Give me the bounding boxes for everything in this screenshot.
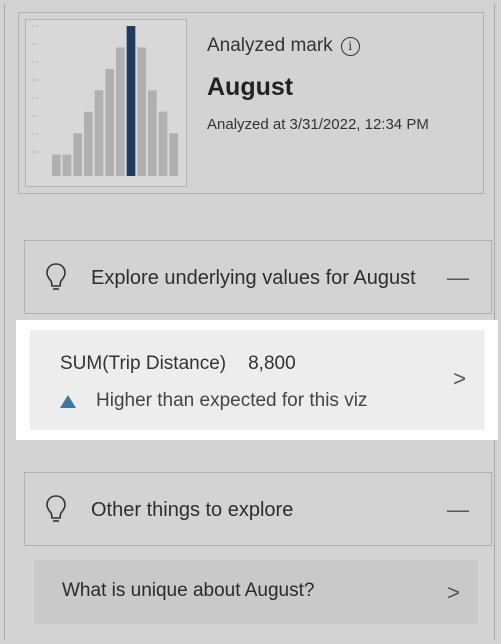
analyzed-timestamp: Analyzed at 3/31/2022, 12:34 PM (207, 116, 429, 133)
analyzed-mark-label: Analyzed mark (207, 35, 333, 56)
thumbnail-bar-highlighted (126, 26, 136, 176)
explore-values-label: Explore underlying values for August (91, 267, 416, 289)
thumbnail-bar (116, 47, 125, 176)
chevron-right-icon[interactable]: > (447, 580, 460, 606)
thumbnail-bar (169, 133, 178, 176)
metric-row: SUM(Trip Distance) 8,800 (60, 353, 296, 375)
thumbnail-bar (62, 154, 72, 176)
viz-thumbnail (25, 19, 187, 187)
metric-name: SUM(Trip Distance) (60, 353, 227, 374)
mark-title: August (207, 73, 294, 101)
thumbnail-bar (148, 90, 157, 176)
insight-row: Higher than expected for this viz (60, 390, 367, 412)
up-triangle-icon (60, 394, 76, 408)
underlying-value-card[interactable]: SUM(Trip Distance) 8,800 Higher than expe… (30, 330, 484, 430)
value-card-highlight: SUM(Trip Distance) 8,800 Higher than expe… (16, 320, 498, 440)
unique-about-card[interactable]: What is unique about August? > (34, 560, 478, 624)
info-icon[interactable]: i (340, 36, 360, 56)
unique-question: What is unique about August? (62, 580, 315, 601)
thumbnail-bar (105, 68, 114, 176)
explore-values-section-header[interactable]: Explore underlying values for August — (24, 240, 492, 314)
insight-text: Higher than expected for this viz (96, 390, 368, 411)
collapse-icon[interactable]: — (447, 265, 469, 291)
collapse-icon[interactable]: — (447, 497, 469, 523)
lightbulb-icon (46, 263, 66, 290)
other-things-label: Other things to explore (91, 499, 294, 521)
thumbnail-bar (158, 111, 168, 176)
thumbnail-bar (94, 90, 104, 176)
thumbnail-bar (52, 154, 61, 176)
thumbnail-bar (84, 111, 93, 176)
other-things-section-header[interactable]: Other things to explore — (24, 472, 492, 546)
thumbnail-bar (137, 47, 146, 176)
thumbnail-bar-chart (32, 25, 178, 176)
analyzed-mark-heading: Analyzed mark i (207, 35, 360, 57)
chevron-right-icon[interactable]: > (453, 366, 466, 392)
analyzed-mark-card: Analyzed mark i August Analyzed at 3/31/… (18, 12, 484, 194)
lightbulb-icon (46, 495, 66, 522)
thumbnail-bar (73, 133, 82, 176)
metric-value: 8,800 (248, 353, 296, 374)
